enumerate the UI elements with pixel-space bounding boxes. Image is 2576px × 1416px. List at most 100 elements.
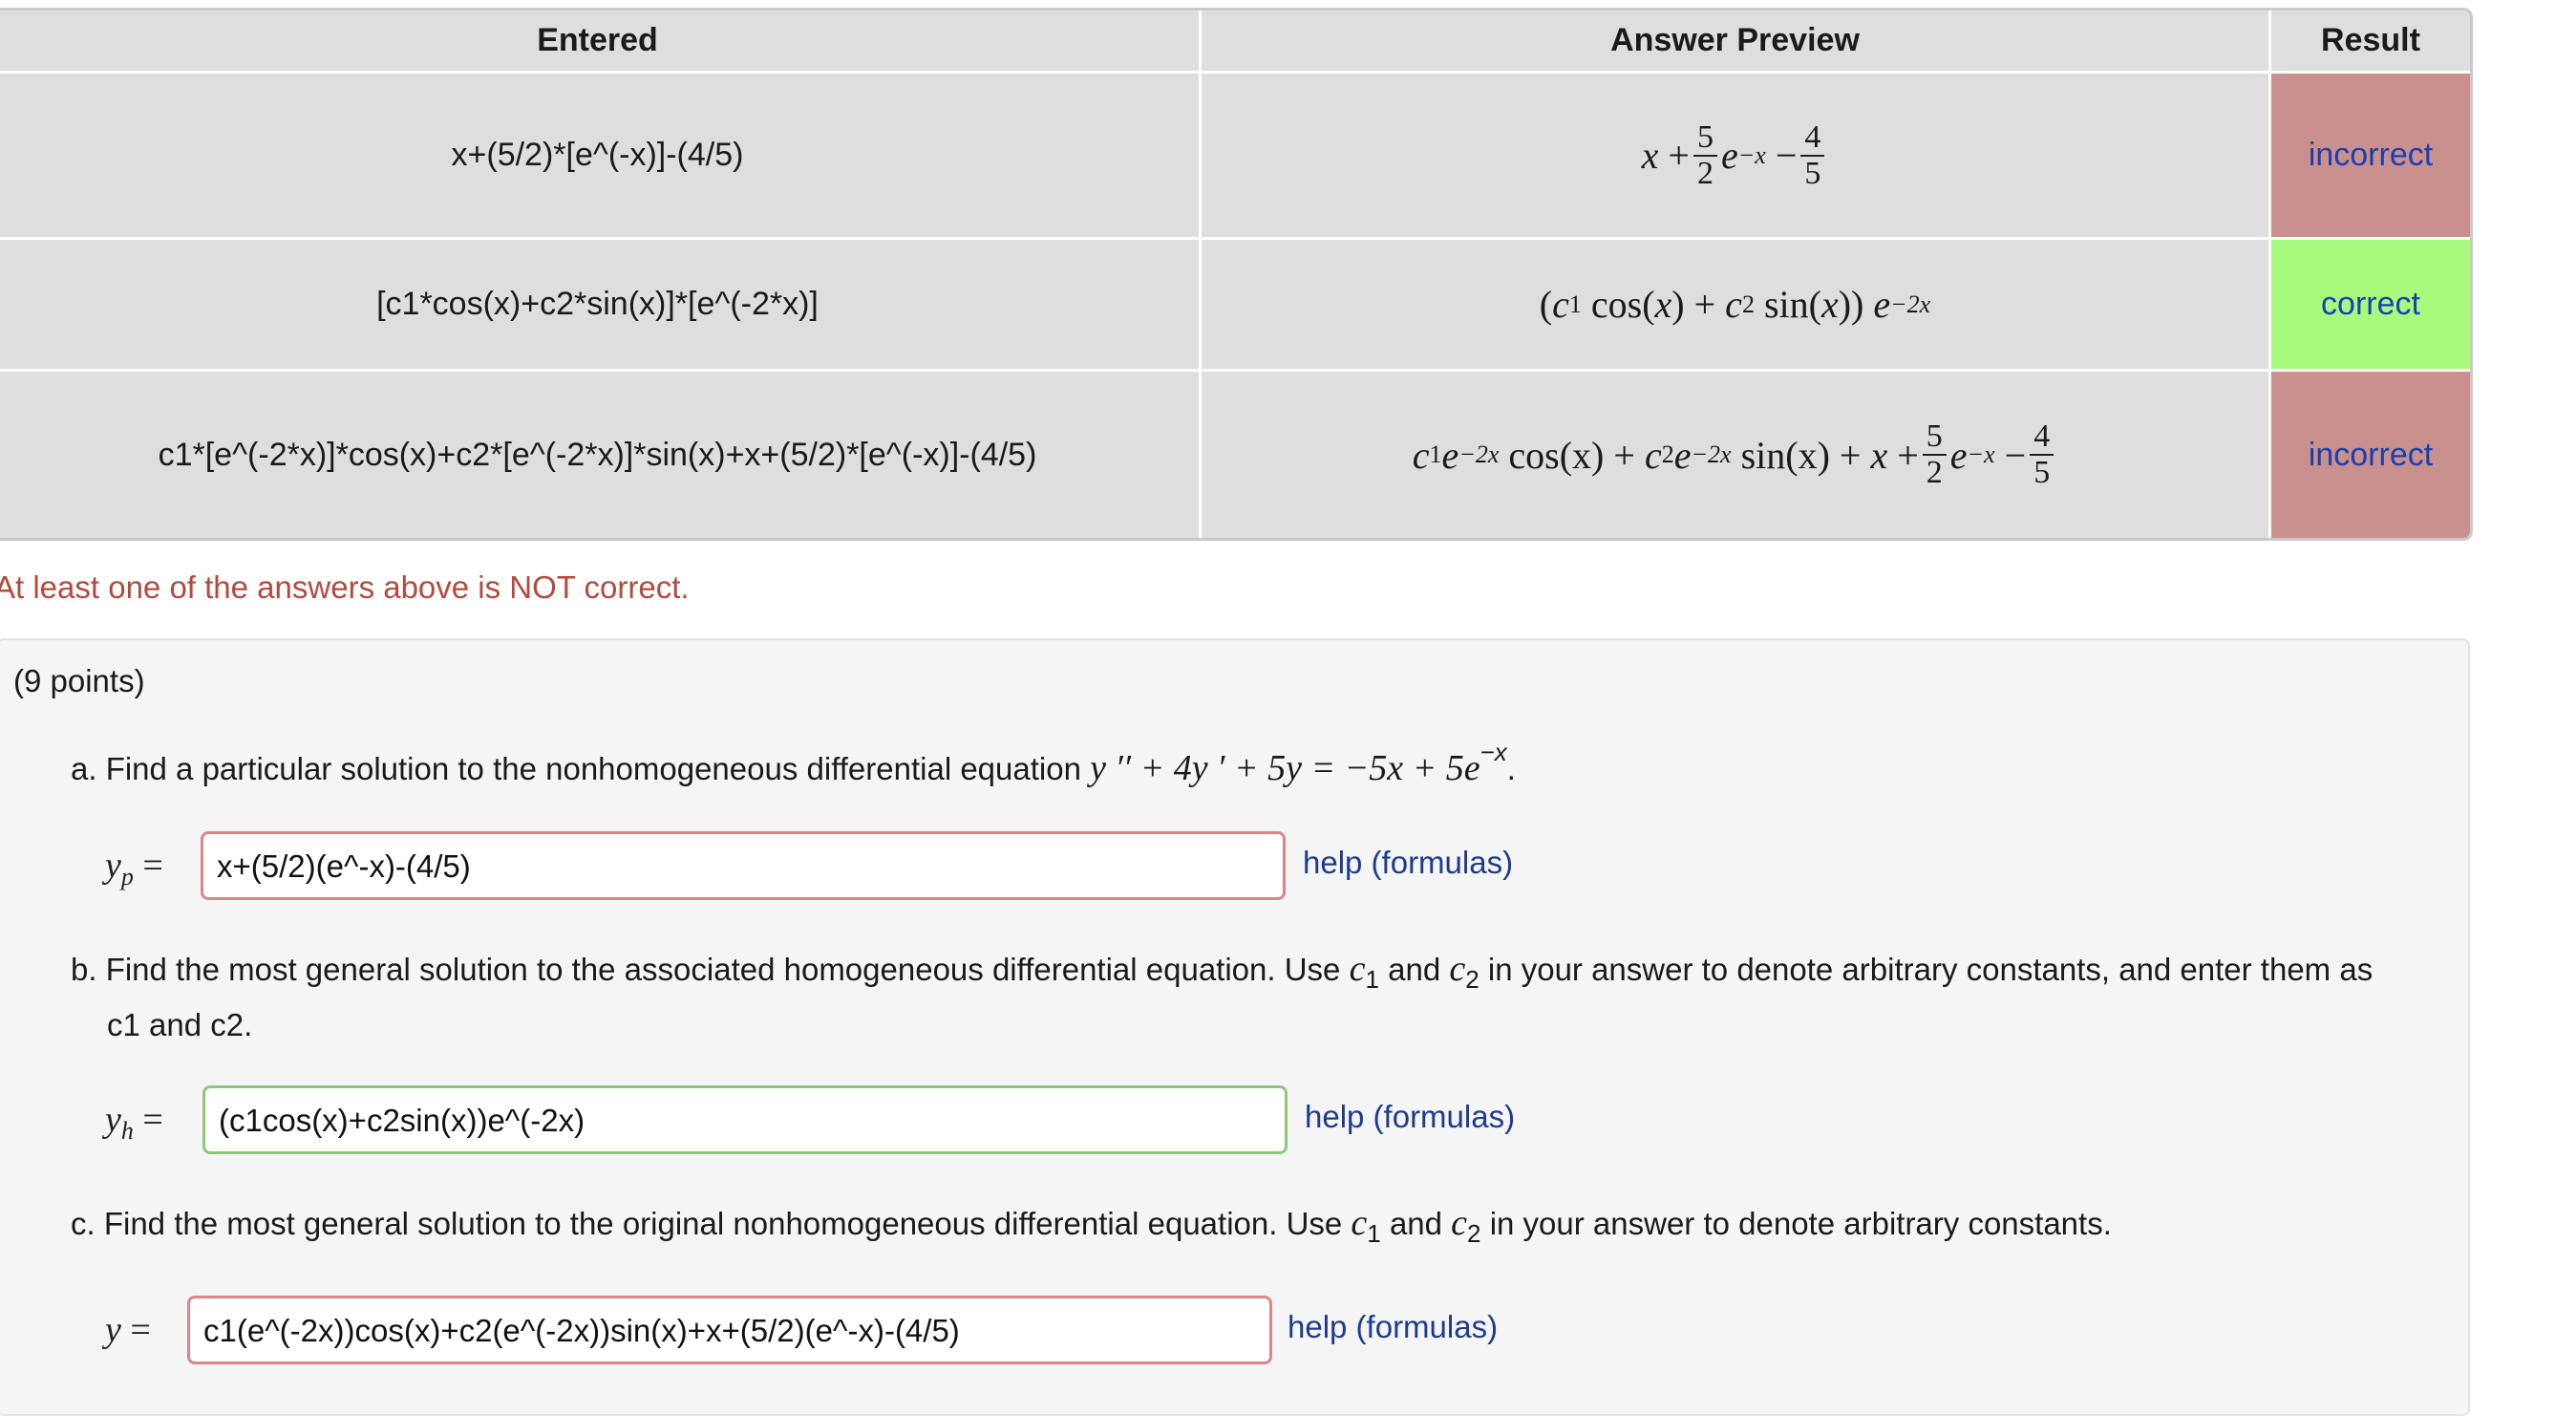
label-eq: = (142, 846, 163, 886)
frac-num: 4 (1800, 120, 1825, 157)
row1-result-incorrect: incorrect (2271, 74, 2470, 240)
preview-exp: −x (1737, 140, 1766, 169)
row2-result-correct: correct (2271, 240, 2470, 372)
row1-preview: x + 52 e −x − 45 (1202, 74, 2271, 240)
preview-const: c (1725, 283, 1742, 326)
row3-entered: c1*[e^(-2*x)]*cos(x)+c2*[e^(-2*x)]*sin(x… (0, 372, 1202, 538)
part-c-answer-input[interactable]: c1(e^(-2x))cos(x)+c2(e^(-2x))sin(x)+x+(5… (187, 1296, 1272, 1364)
label-var: y (105, 1310, 121, 1350)
and-text: and (1389, 1206, 1442, 1241)
part-a-prompt: a. Find a particular solution to the non… (71, 738, 1516, 789)
frac-den: 5 (1804, 155, 1821, 191)
frac-num: 5 (1922, 419, 1947, 456)
frac-num: 4 (2030, 419, 2054, 456)
part-a-period: . (1506, 751, 1516, 786)
part-c-text: in your answer to denote arbitrary const… (1489, 1206, 2112, 1241)
header-answer-preview: Answer Preview (1202, 11, 2271, 74)
part-b-label: yh = (105, 1099, 163, 1146)
preview-var: x (1641, 134, 1659, 177)
results-table: Entered Answer Preview Result x+(5/2)*[e… (0, 8, 2473, 541)
preview-exp: −x (1967, 440, 1995, 468)
preview-e: e (1949, 433, 1968, 477)
part-a-label: yp = (105, 845, 163, 891)
const-sub: 2 (1465, 965, 1480, 994)
header-entered: Entered (0, 11, 1202, 74)
frac-den: 5 (2033, 455, 2051, 490)
part-a-exp: −x (1480, 738, 1507, 766)
preview-sub: 1 (1429, 440, 1442, 468)
part-b-prompt: b. Find the most general solution to the… (71, 946, 2459, 1048)
preview-fn: sin(x) (1740, 433, 1830, 477)
preview-var: x (1870, 433, 1888, 477)
preview-var: x (1654, 283, 1672, 326)
preview-op: − (2004, 433, 2027, 477)
preview-paren: )) (1838, 283, 1864, 326)
and-text: and (1388, 952, 1441, 987)
part-c-help-link[interactable]: help (formulas) (1288, 1309, 1498, 1345)
part-a-text: a. Find a particular solution to the non… (71, 751, 1081, 786)
fraction: 45 (1800, 120, 1825, 191)
preview-const: c (1412, 433, 1430, 477)
const-c: c (1349, 949, 1366, 989)
preview-op: + (1897, 433, 1919, 477)
row1-entered: x+(5/2)*[e^(-x)]-(4/5) (0, 74, 1202, 240)
preview-op: + (1693, 283, 1716, 326)
part-b-text: b. Find the most general solution to the… (71, 952, 1341, 987)
preview-op: + (1613, 433, 1635, 477)
row3-preview: c 1 e −2x cos(x) + c 2 e −2x sin(x) + x + 52 e… (1202, 372, 2271, 538)
label-var: y (105, 1100, 121, 1140)
preview-fn: cos(x) (1508, 433, 1605, 477)
preview-paren: ) (1671, 283, 1685, 326)
preview-fn: cos( (1590, 283, 1655, 326)
frac-den: 2 (1926, 455, 1943, 490)
preview-op: + (1668, 134, 1690, 177)
preview-op: − (1775, 134, 1798, 177)
part-b-text: in your answer to denote arbitrary const… (1487, 952, 2374, 987)
fraction: 45 (2030, 419, 2054, 489)
fraction: 52 (1692, 120, 1717, 191)
preview-sub: 2 (1661, 440, 1674, 468)
label-eq: = (130, 1310, 151, 1350)
header-result: Result (2271, 11, 2470, 74)
preview-const: c (1644, 433, 1662, 477)
const-c: c (1451, 1203, 1468, 1243)
label-sub: p (120, 863, 134, 890)
const-sub: 2 (1467, 1219, 1481, 1248)
part-c-label: y = (105, 1309, 151, 1351)
const-sub: 1 (1367, 1219, 1381, 1248)
preview-exp: −2x (1890, 290, 1931, 318)
preview-exp: −2x (1691, 440, 1732, 468)
warning-message: At least one of the answers above is NOT… (0, 569, 690, 605)
part-c-text: c. Find the most general solution to the… (71, 1206, 1343, 1241)
const-c: c (1351, 1203, 1368, 1243)
preview-e: e (1720, 134, 1738, 177)
preview-sub: 2 (1741, 290, 1755, 318)
preview-sub: 1 (1568, 290, 1582, 318)
part-c-prompt: c. Find the most general solution to the… (71, 1202, 2112, 1249)
preview-op: + (1839, 433, 1862, 477)
label-var: y (105, 846, 121, 886)
frac-den: 2 (1696, 155, 1714, 191)
preview-e: e (1873, 283, 1891, 326)
preview-var: x (1820, 283, 1839, 326)
const-sub: 1 (1365, 965, 1379, 994)
preview-e: e (1441, 433, 1459, 477)
row3-result-incorrect: incorrect (2271, 372, 2470, 538)
frac-num: 5 (1692, 120, 1717, 157)
part-a-answer-input[interactable]: x+(5/2)(e^-x)-(4/5) (201, 831, 1286, 900)
part-b-help-link[interactable]: help (formulas) (1305, 1099, 1515, 1135)
label-sub: h (120, 1117, 134, 1145)
part-b-answer-input[interactable]: (c1cos(x)+c2sin(x))e^(-2x) (202, 1085, 1288, 1154)
label-eq: = (142, 1100, 163, 1140)
row2-preview: (c 1 cos(x) + c2 sin(x)) e −2x (1202, 240, 2271, 372)
preview-const: c (1552, 283, 1569, 326)
preview-e: e (1673, 433, 1692, 477)
preview-exp: −2x (1458, 440, 1500, 468)
preview-paren: ( (1539, 283, 1553, 326)
fraction: 52 (1922, 419, 1947, 490)
part-b-text: c1 and c2. (107, 1007, 253, 1042)
part-a-equation: y ′′ + 4y ′ + 5y = −5x + 5e (1090, 748, 1480, 788)
points-label: (9 points) (13, 663, 145, 698)
preview-fn: sin( (1763, 283, 1821, 326)
part-a-help-link[interactable]: help (formulas) (1303, 845, 1513, 881)
